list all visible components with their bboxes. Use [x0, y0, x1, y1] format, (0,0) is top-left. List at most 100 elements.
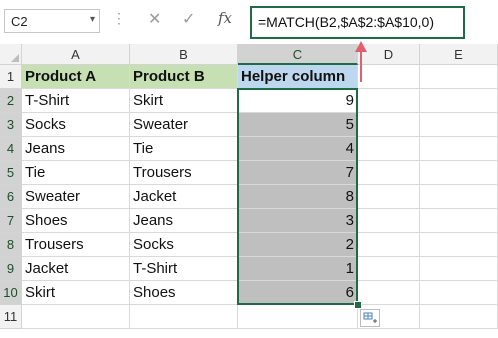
table-cell: Shoes [25, 212, 68, 229]
row-header-7[interactable]: 7 [0, 209, 22, 233]
insert-function-icon[interactable]: fx [218, 9, 232, 27]
cell-A4[interactable]: Jeans [22, 137, 130, 161]
row-header-5[interactable]: 5 [0, 161, 22, 185]
cell-C11[interactable] [238, 305, 358, 329]
cell-D8[interactable] [358, 233, 420, 257]
cell-E7[interactable] [420, 209, 498, 233]
cell-C2[interactable]: 9 [238, 89, 358, 113]
column-header-d[interactable]: D [358, 44, 420, 65]
row-header-label: 2 [6, 93, 15, 108]
cell-A2[interactable]: T-Shirt [22, 89, 130, 113]
cell-E3[interactable] [420, 113, 498, 137]
table-cell: Jacket [133, 188, 177, 205]
formula-input[interactable]: =MATCH(B2,$A$2:$A$10,0) [250, 6, 465, 39]
row-header-label: 5 [6, 165, 15, 180]
cell-E1[interactable] [420, 65, 498, 89]
cell-C7[interactable]: 3 [238, 209, 358, 233]
cell-D4[interactable] [358, 137, 420, 161]
cell-B11[interactable] [130, 305, 238, 329]
cell-A11[interactable] [22, 305, 130, 329]
cancel-icon[interactable]: ✕ [148, 9, 161, 29]
cell-B2[interactable]: Skirt [130, 89, 238, 113]
cell-E6[interactable] [420, 185, 498, 209]
cell-D1[interactable] [358, 65, 420, 89]
cell-E8[interactable] [420, 233, 498, 257]
cell-A1[interactable]: Product A [22, 65, 130, 89]
cell-B9[interactable]: T-Shirt [130, 257, 238, 281]
row-header-1[interactable]: 1 [0, 65, 22, 89]
cell-D9[interactable] [358, 257, 420, 281]
column-header-label: A [71, 47, 80, 62]
cell-A8[interactable]: Trousers [22, 233, 130, 257]
cell-D5[interactable] [358, 161, 420, 185]
column-header-e[interactable]: E [420, 44, 498, 65]
cell-E9[interactable] [420, 257, 498, 281]
helper-value: 2 [345, 236, 354, 253]
cell-B3[interactable]: Sweater [130, 113, 238, 137]
row-header-9[interactable]: 9 [0, 257, 22, 281]
cell-C5[interactable]: 7 [238, 161, 358, 185]
cell-C10[interactable]: 6 [238, 281, 358, 305]
name-box[interactable]: C2 ▾ [4, 9, 100, 33]
cell-D7[interactable] [358, 209, 420, 233]
column-header-c[interactable]: C [238, 44, 358, 65]
cell-A6[interactable]: Sweater [22, 185, 130, 209]
cell-E11[interactable] [420, 305, 498, 329]
column-header-a[interactable]: A [22, 44, 130, 65]
row-header-4[interactable]: 4 [0, 137, 22, 161]
enter-icon[interactable]: ✓ [182, 9, 195, 29]
cell-B7[interactable]: Jeans [130, 209, 238, 233]
cell-B5[interactable]: Trousers [130, 161, 238, 185]
cell-A10[interactable]: Skirt [22, 281, 130, 305]
more-options-icon[interactable]: ⋮ [112, 10, 126, 27]
cell-B8[interactable]: Socks [130, 233, 238, 257]
row-header-label: 10 [3, 285, 18, 300]
helper-value: 3 [345, 212, 354, 229]
cell-A5[interactable]: Tie [22, 161, 130, 185]
cell-C9[interactable]: 1 [238, 257, 358, 281]
column-header-label: D [383, 47, 394, 62]
row-header-label: 6 [6, 189, 15, 204]
row-header-10[interactable]: 10 [0, 281, 22, 305]
column-header-b[interactable]: B [130, 44, 238, 65]
table-cell: Jacket [25, 260, 69, 277]
row-header-11[interactable]: 11 [0, 305, 22, 329]
cell-B1[interactable]: Product B [130, 65, 238, 89]
row-header-8[interactable]: 8 [0, 233, 22, 257]
cell-E4[interactable] [420, 137, 498, 161]
column-header-label: C [292, 47, 303, 62]
cell-B10[interactable]: Shoes [130, 281, 238, 305]
cell-B4[interactable]: Tie [130, 137, 238, 161]
table-cell: Jeans [25, 140, 66, 157]
quick-analysis-icon[interactable] [360, 309, 380, 327]
cell-A3[interactable]: Socks [22, 113, 130, 137]
chevron-down-icon[interactable]: ▾ [90, 14, 95, 25]
cell-D10[interactable] [358, 281, 420, 305]
cell-C4[interactable]: 4 [238, 137, 358, 161]
cell-E2[interactable] [420, 89, 498, 113]
fill-handle[interactable] [354, 301, 362, 309]
row-header-2[interactable]: 2 [0, 89, 22, 113]
cell-A9[interactable]: Jacket [22, 257, 130, 281]
row-header-label: 3 [6, 117, 15, 132]
row-header-3[interactable]: 3 [0, 113, 22, 137]
cell-D3[interactable] [358, 113, 420, 137]
row-header-6[interactable]: 6 [0, 185, 22, 209]
cell-C8[interactable]: 2 [238, 233, 358, 257]
cell-B6[interactable]: Jacket [130, 185, 238, 209]
cell-E5[interactable] [420, 161, 498, 185]
helper-value: 7 [345, 164, 354, 181]
table-cell: Tie [25, 164, 46, 181]
formula-bar: C2 ▾ ⋮ ✕ ✓ fx =MATCH(B2,$A$2:$A$10,0) [0, 0, 498, 44]
cell-C3[interactable]: 5 [238, 113, 358, 137]
table-header-cell: Product A [25, 68, 97, 85]
select-all-corner[interactable] [0, 44, 22, 65]
cell-E10[interactable] [420, 281, 498, 305]
cell-D2[interactable] [358, 89, 420, 113]
cell-A7[interactable]: Shoes [22, 209, 130, 233]
row-header-label: 1 [6, 69, 15, 84]
cell-C1[interactable]: Helper column [238, 65, 358, 89]
cell-C6[interactable]: 8 [238, 185, 358, 209]
row-header-label: 4 [6, 141, 15, 156]
cell-D6[interactable] [358, 185, 420, 209]
